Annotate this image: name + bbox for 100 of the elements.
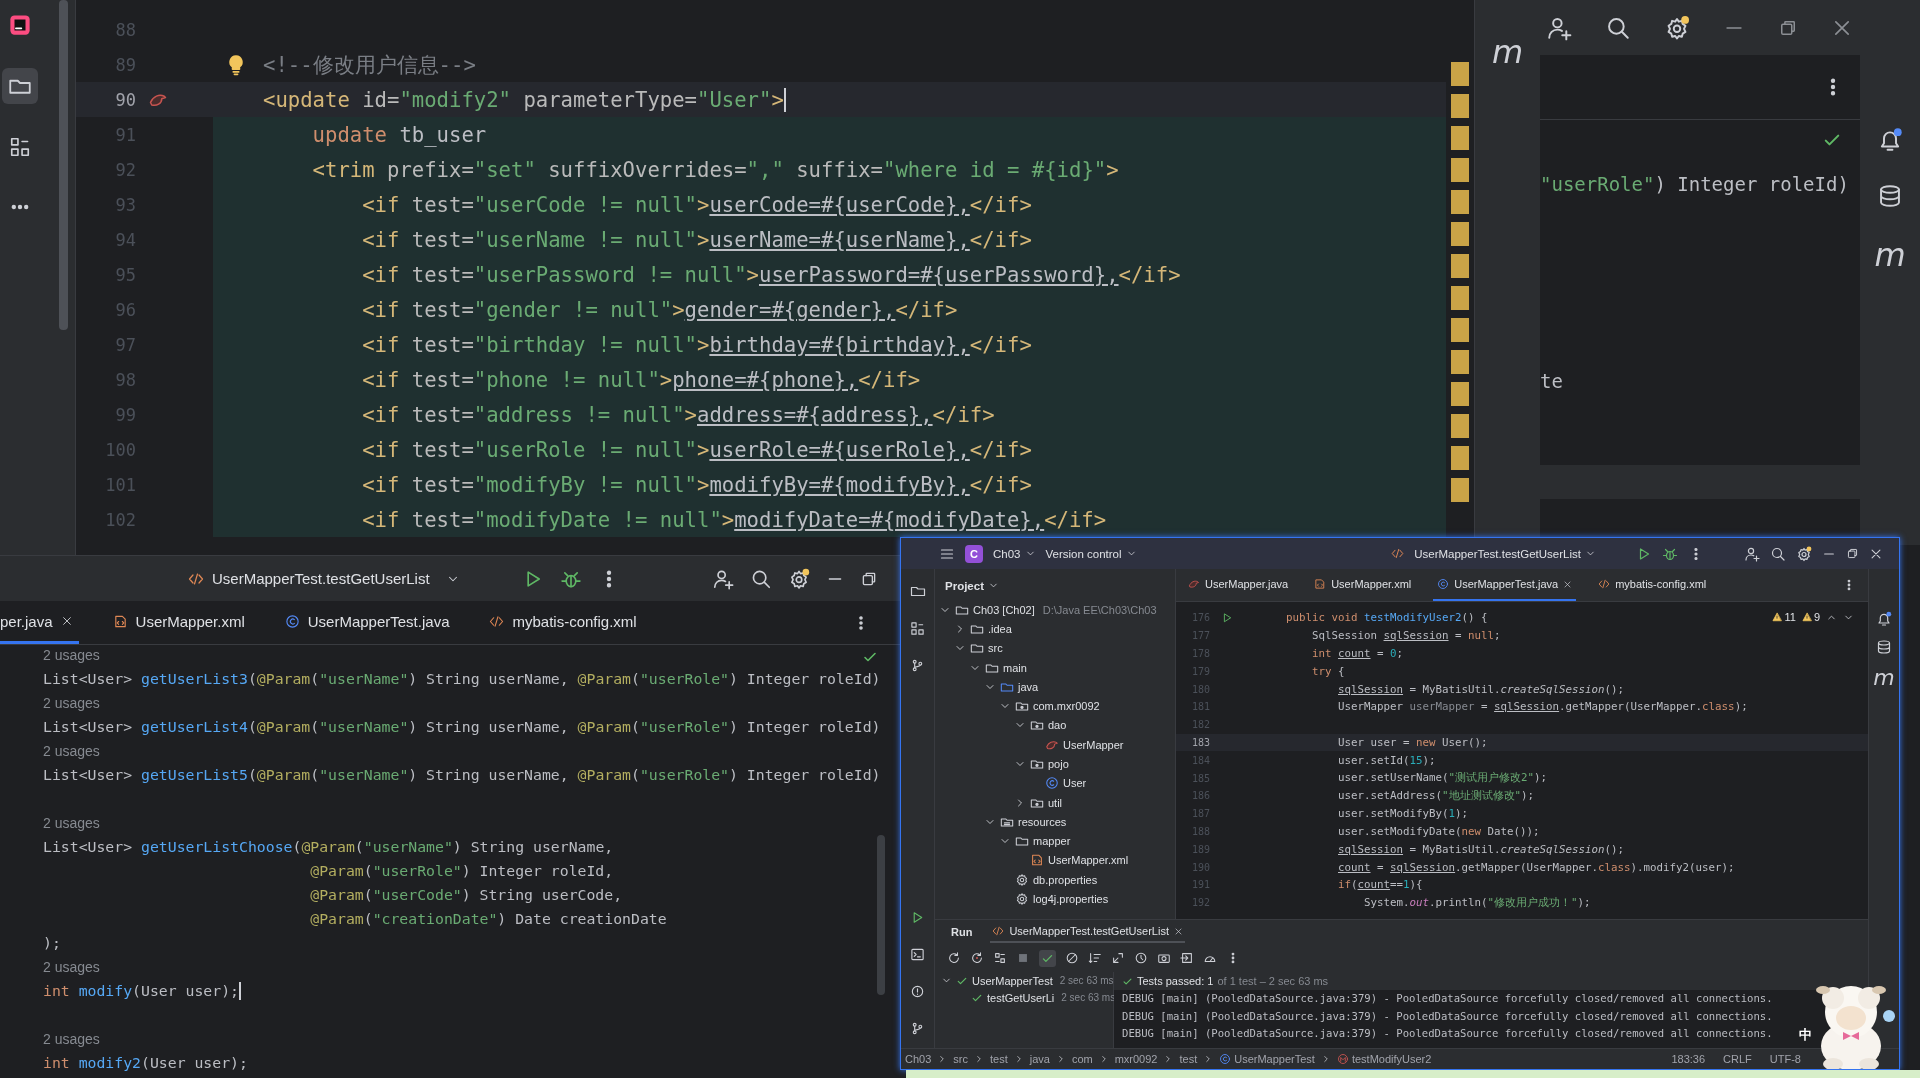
plugin-icon[interactable]: m xyxy=(1873,667,1895,689)
rerun-failed-icon[interactable] xyxy=(970,951,984,965)
tree-item[interactable]: Ch03 [Ch02] D:\Java EE\Ch03\Ch03 xyxy=(935,602,1175,618)
terminal-icon[interactable] xyxy=(910,947,925,962)
file-tab[interactable]: mybatis-config.xml xyxy=(483,601,643,644)
panel-title[interactable]: Project xyxy=(945,579,984,592)
code-line: <if test="birthday != null">birthday=#{birthday},</if> xyxy=(361,332,1032,357)
database-icon[interactable] xyxy=(1876,639,1892,655)
test-tree-item[interactable]: UserMapperTest 2 sec 63 ms xyxy=(935,972,1113,989)
run-config-dropdown[interactable]: UserMapperTest.testGetUserList xyxy=(212,570,430,587)
tree-item[interactable]: UserMapper xyxy=(935,736,1175,753)
warning-count[interactable]: 11 xyxy=(1772,611,1796,623)
breadcrumb[interactable]: Ch03 xyxy=(905,1053,932,1065)
input-method-indicator[interactable]: 中 xyxy=(1799,1026,1812,1044)
sort-icon[interactable] xyxy=(1088,951,1102,965)
close-tab-icon[interactable] xyxy=(1563,579,1573,589)
camera-icon[interactable] xyxy=(1157,951,1171,965)
commit-icon[interactable] xyxy=(910,658,925,673)
breadcrumb[interactable]: src xyxy=(953,1053,968,1065)
breadcrumb[interactable]: UserMapperTest xyxy=(1219,1053,1315,1065)
tree-item[interactable]: dao xyxy=(935,717,1175,734)
import-icon[interactable] xyxy=(1180,951,1194,965)
tree-item[interactable]: java xyxy=(935,679,1175,695)
usages-hint[interactable]: 2 usages xyxy=(43,957,100,977)
usages-hint[interactable]: 2 usages xyxy=(43,813,100,833)
file-tab[interactable]: UserMapperTest.java xyxy=(278,601,456,644)
run-config-icon xyxy=(188,570,204,587)
file-tab[interactable]: per.java xyxy=(0,601,79,644)
panel-title[interactable]: Run xyxy=(951,926,973,938)
database-icon[interactable] xyxy=(1877,183,1903,209)
status-item[interactable]: 183:36 xyxy=(1671,1053,1706,1065)
restore-icon[interactable] xyxy=(1846,547,1859,560)
clock-icon[interactable] xyxy=(1134,951,1148,965)
file-tab[interactable]: mybatis-config.xml xyxy=(1594,569,1711,601)
status-item[interactable]: CRLF xyxy=(1723,1053,1752,1065)
run-icon[interactable] xyxy=(1221,611,1233,624)
usages-hint[interactable]: 2 usages xyxy=(43,645,100,665)
settings-icon[interactable] xyxy=(1796,545,1812,562)
tree-item[interactable]: src xyxy=(935,640,1175,656)
warning-count[interactable]: 9 xyxy=(1801,611,1820,623)
scrollbar[interactable] xyxy=(877,835,885,995)
breadcrumb[interactable]: test xyxy=(989,1053,1008,1065)
folder-icon xyxy=(970,641,984,656)
tree-item[interactable]: main xyxy=(935,659,1175,676)
plugin-icon[interactable]: m xyxy=(1874,239,1906,271)
tree-item[interactable]: resources xyxy=(935,814,1175,830)
project-badge[interactable]: C xyxy=(965,544,983,563)
breadcrumb[interactable]: java xyxy=(1029,1053,1050,1065)
breadcrumb[interactable]: testModifyUser2 xyxy=(1336,1053,1432,1065)
rerun-icon[interactable] xyxy=(947,951,961,965)
person-add-icon[interactable] xyxy=(711,567,734,590)
folder-icon xyxy=(1015,834,1029,849)
structure-icon[interactable] xyxy=(9,136,31,158)
file-tab[interactable]: UserMapper.xml xyxy=(106,601,251,644)
code-line: int modify(User user); xyxy=(43,981,239,1001)
tree-item[interactable]: util xyxy=(935,794,1175,811)
test-duration: 2 sec 63 ms xyxy=(1059,975,1114,986)
tree-item[interactable]: mapper xyxy=(935,833,1175,849)
stop-icon[interactable] xyxy=(1016,951,1030,965)
tree-item[interactable]: db.properties xyxy=(935,871,1175,888)
code-line: update tb_user xyxy=(311,122,487,147)
class-icon xyxy=(1045,776,1059,791)
tree-item[interactable]: com.mxr0092 xyxy=(935,698,1175,714)
status-item[interactable]: UTF-8 xyxy=(1769,1053,1801,1065)
run-config-dropdown[interactable]: UserMapperTest.testGetUserList xyxy=(1414,547,1581,560)
usages-hint[interactable]: 2 usages xyxy=(43,1029,100,1049)
search-icon[interactable] xyxy=(1770,545,1786,562)
tree-item[interactable]: UserMapper.xml xyxy=(935,852,1175,869)
tree-item[interactable]: .idea xyxy=(935,621,1175,637)
tree-item[interactable]: User xyxy=(935,775,1175,791)
code-line: if(count==1){ xyxy=(1337,878,1423,892)
notifications-icon[interactable] xyxy=(1876,611,1892,627)
toggle-icon[interactable] xyxy=(993,951,1007,965)
usages-hint[interactable]: 2 usages xyxy=(43,741,100,761)
code-line: try { xyxy=(1311,664,1345,678)
file-tab[interactable]: UserMapperTest.java xyxy=(1433,569,1577,601)
code-line: <if test="userName != null">userName=#{userName},</if> xyxy=(361,227,1032,252)
git-icon[interactable] xyxy=(910,1021,925,1036)
breadcrumb[interactable]: test xyxy=(1179,1053,1198,1065)
project-dropdown[interactable]: Ch03 xyxy=(993,547,1021,560)
method-icon xyxy=(1336,1053,1349,1065)
scrollbar[interactable] xyxy=(59,0,68,330)
collapse-icon[interactable] xyxy=(1111,951,1125,965)
app-logo-icon[interactable] xyxy=(9,14,31,36)
breadcrumb[interactable]: com xyxy=(1071,1053,1093,1065)
usages-hint[interactable]: 2 usages xyxy=(43,693,100,713)
vcs-dropdown[interactable]: Version control xyxy=(1045,547,1122,560)
cancel-icon[interactable] xyxy=(1065,951,1079,965)
problems-icon[interactable] xyxy=(910,984,925,999)
breadcrumb[interactable]: mxr0092 xyxy=(1114,1053,1158,1065)
run-tab[interactable]: UserMapperTest.testGetUserList xyxy=(990,921,1185,943)
file-tab[interactable]: UserMapper.java xyxy=(1184,569,1293,601)
close-tab-icon[interactable] xyxy=(1173,926,1183,936)
close-tab-icon[interactable] xyxy=(60,615,73,627)
line-number: 183 xyxy=(1190,736,1210,748)
tree-item[interactable]: pojo xyxy=(935,756,1175,772)
tree-item[interactable]: log4j.properties xyxy=(935,891,1175,907)
file-tab[interactable]: UserMapper.xml xyxy=(1310,569,1416,601)
person-add-icon[interactable] xyxy=(1744,545,1760,562)
structure-icon[interactable] xyxy=(910,621,925,636)
